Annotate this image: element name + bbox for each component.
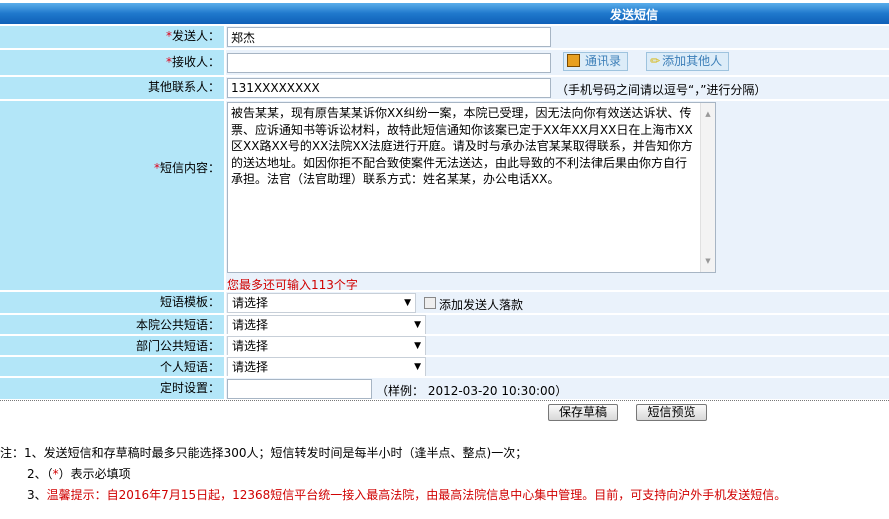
template-label: 短语模板： (159, 295, 220, 309)
chevron-down-icon: ▼ (414, 320, 421, 330)
schedule-label: 定时设置： (159, 381, 220, 395)
address-book-icon (567, 54, 580, 67)
personal-phrase-select[interactable]: 请选择 ▼ (227, 357, 426, 377)
add-signature-label: 添加发送人落款 (439, 298, 524, 312)
sender-label: 发送人： (171, 29, 220, 43)
content-label: 短信内容： (159, 161, 220, 175)
chevron-down-icon: ▼ (414, 341, 421, 351)
preview-button[interactable]: 短信预览 (636, 404, 707, 421)
template-select[interactable]: 请选择 ▼ (227, 293, 416, 313)
page-header: 发送短信 (0, 3, 889, 24)
sender-input[interactable] (227, 27, 551, 47)
dept-phrase-label: 部门公共短语： (135, 339, 220, 353)
dept-phrase-row: 部门公共短语： 请选择 ▼ (0, 334, 889, 356)
dept-phrase-select[interactable]: 请选择 ▼ (227, 336, 426, 356)
other-contacts-input[interactable] (227, 78, 551, 98)
receiver-label: 接收人： (171, 55, 220, 69)
schedule-example: （样例： 2012-03-20 10:30:00） (376, 384, 568, 398)
receiver-input[interactable] (227, 53, 551, 73)
template-row: 短语模板： 请选择 ▼ 添加发送人落款 (0, 290, 889, 313)
schedule-input[interactable] (227, 379, 372, 399)
court-phrase-label: 本院公共短语： (135, 318, 220, 332)
note-2: 2、（*）表示必填项 (27, 467, 131, 481)
textarea-scrollbar[interactable]: ▲ ▼ (700, 103, 715, 272)
chevron-down-icon: ▼ (414, 362, 421, 372)
divider (0, 400, 889, 401)
other-contacts-row: 其他联系人： （手机号码之间请以逗号“，”进行分隔） (0, 75, 889, 99)
note-3: 3、温馨提示：自2016年7月15日起，12368短信平台统一接入最高法院，由最… (27, 488, 787, 502)
receiver-row: *接收人： 通讯录 ✏ 添加其他人 (0, 48, 889, 75)
personal-phrase-label: 个人短语： (159, 360, 220, 374)
other-contacts-label: 其他联系人： (147, 80, 220, 94)
add-others-button[interactable]: ✏ 添加其他人 (646, 52, 730, 71)
court-phrase-select[interactable]: 请选择 ▼ (227, 315, 426, 335)
other-contacts-hint: （手机号码之间请以逗号“，”进行分隔） (556, 83, 767, 97)
chevron-down-icon: ▼ (404, 298, 411, 308)
schedule-row: 定时设置： （样例： 2012-03-20 10:30:00） (0, 376, 889, 399)
court-phrase-row: 本院公共短语： 请选择 ▼ (0, 313, 889, 335)
add-signature-checkbox[interactable] (424, 297, 436, 309)
contacts-button[interactable]: 通讯录 (563, 52, 629, 71)
pencil-icon: ✏ (650, 54, 661, 68)
personal-phrase-row: 个人短语： 请选择 ▼ (0, 355, 889, 377)
sender-row: *发送人： (0, 24, 889, 48)
note-1: 注：1、发送短信和存草稿时最多只能选择300人；短信转发时间是每半小时（逢半点、… (0, 446, 528, 460)
content-row: *短信内容： 被告某某，现有原告某某诉你XX纠纷一案，本院已受理，因无法向你有效… (0, 99, 889, 292)
page-title: 发送短信 (610, 8, 659, 22)
save-draft-button[interactable]: 保存草稿 (548, 404, 618, 421)
content-textarea[interactable]: 被告某某，现有原告某某诉你XX纠纷一案，本院已受理，因无法向你有效送达诉状、传票… (227, 102, 716, 273)
